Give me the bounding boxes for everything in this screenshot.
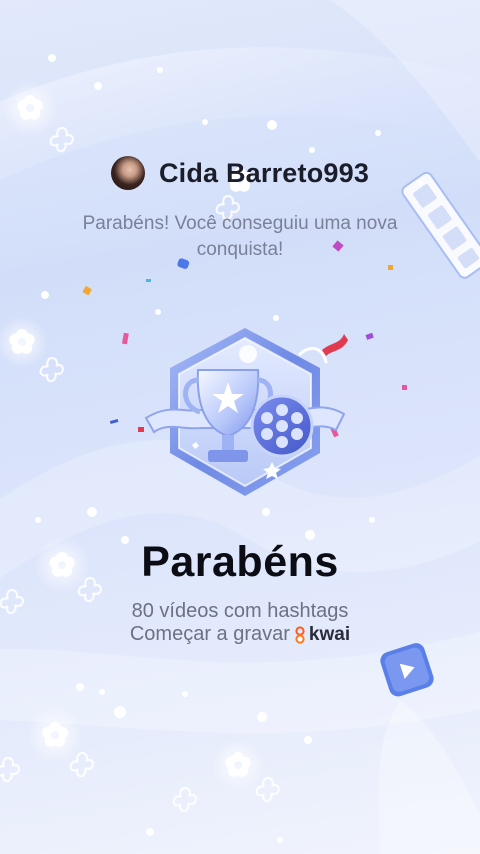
kwai-logo-icon [295, 625, 305, 644]
kwai-brand-name: kwai [308, 623, 351, 645]
username: Cida Barreto993 [158, 157, 370, 188]
achievement-description: 80 vídeos com hashtags [131, 600, 349, 622]
achievement-title: Parabéns [141, 538, 339, 586]
kwai-logo: kwai [293, 624, 350, 646]
trophy-film-reel-badge-icon [144, 328, 346, 496]
profile-header: Cida Barreto993 [0, 156, 480, 190]
avatar[interactable] [110, 156, 145, 190]
achievement-message: Parabéns! Você conseguiu uma nova conqui… [82, 213, 398, 260]
record-cta[interactable]: Começar a gravar kwai [0, 623, 480, 646]
achievement-screen: Cida Barreto993 Parabéns! Você conseguiu… [0, 0, 480, 854]
record-cta-label: Começar a gravar [129, 623, 290, 645]
